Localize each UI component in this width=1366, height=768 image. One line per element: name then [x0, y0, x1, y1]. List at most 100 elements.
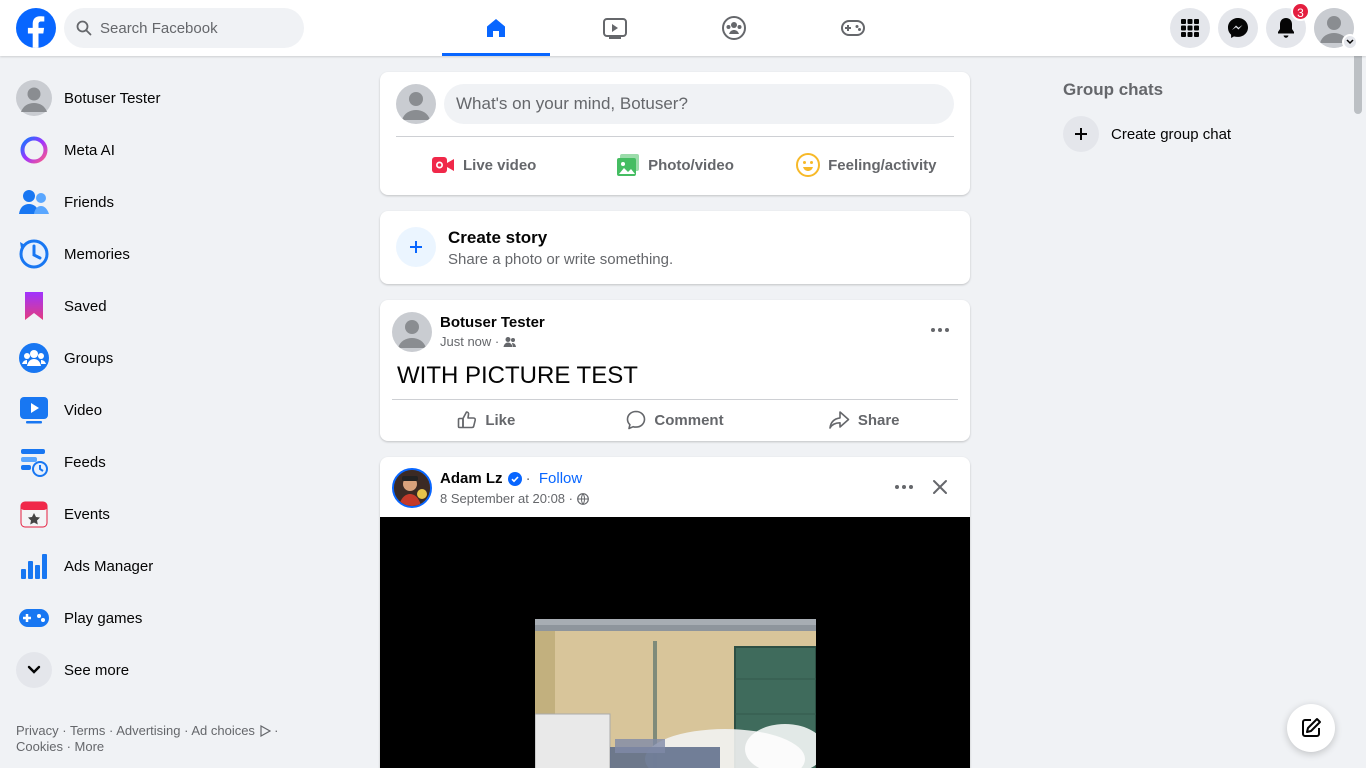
comment-button[interactable]: Comment: [581, 402, 770, 438]
home-icon: [487, 19, 505, 37]
sidebar-item-label: Memories: [64, 245, 130, 263]
plus-icon: [396, 227, 436, 267]
create-story-title: Create story: [448, 228, 548, 247]
notifications-button[interactable]: 3: [1266, 2, 1310, 48]
plus-icon: [1063, 116, 1099, 152]
sidebar-item-label: Groups: [64, 349, 114, 367]
new-message-button[interactable]: [1287, 704, 1335, 752]
sidebar-item-ads-manager[interactable]: Ads Manager: [8, 540, 348, 592]
post-author-name[interactable]: Botuser Tester: [440, 314, 545, 331]
more-dots-icon: [895, 485, 913, 489]
games-icon: [16, 600, 52, 636]
compose-icon: [1302, 718, 1321, 737]
avatar[interactable]: [392, 312, 432, 352]
tab-gaming[interactable]: [799, 0, 907, 56]
share-button[interactable]: Share: [769, 402, 958, 438]
sidebar-item-friends[interactable]: Friends: [8, 176, 348, 228]
footer-cookies-link[interactable]: Cookies: [16, 739, 63, 754]
footer-privacy-link[interactable]: Privacy: [16, 723, 59, 738]
sidebar-item-label: Botuser Tester: [64, 89, 161, 107]
footer-advertising-link[interactable]: Advertising: [116, 723, 180, 738]
thumbs-up-icon: [458, 411, 477, 429]
sidebar-item-events[interactable]: Events: [8, 488, 348, 540]
footer-separator: ·: [105, 723, 117, 738]
search-input[interactable]: [100, 19, 280, 37]
profile-avatar: [16, 80, 52, 116]
feed-post: Adam Lz · Follow 8 September at 20:08 ·: [380, 457, 970, 768]
sidebar-item-profile[interactable]: Botuser Tester: [8, 72, 348, 124]
facebook-logo[interactable]: [16, 8, 56, 48]
avatar[interactable]: [392, 468, 432, 508]
saved-icon: [16, 288, 52, 324]
top-navigation-bar: 3: [0, 0, 1366, 56]
grid-menu-icon: [1181, 19, 1199, 37]
tab-home[interactable]: [442, 0, 550, 56]
chevron-down-icon: [16, 652, 52, 688]
follow-link[interactable]: Follow: [539, 470, 582, 487]
post-timestamp[interactable]: Just now ·: [440, 334, 503, 349]
account-avatar[interactable]: [1314, 8, 1358, 50]
post-author-name[interactable]: Adam Lz: [440, 470, 503, 487]
live-video-button[interactable]: Live video: [388, 144, 579, 186]
create-group-chat-button[interactable]: Create group chat: [1063, 116, 1231, 152]
divider: [396, 136, 954, 137]
sidebar-item-label: Video: [64, 401, 103, 419]
tab-video[interactable]: [561, 0, 669, 56]
sidebar-item-meta-ai[interactable]: Meta AI: [8, 124, 348, 176]
sidebar-item-label: See more: [64, 661, 130, 679]
sidebar-item-play-games[interactable]: Play games: [8, 592, 348, 644]
tab-groups[interactable]: [680, 0, 788, 56]
like-button[interactable]: Like: [392, 402, 581, 438]
sidebar-item-label: Play games: [64, 609, 143, 627]
footer-terms-link[interactable]: Terms: [70, 723, 105, 738]
messenger-button[interactable]: [1218, 8, 1258, 48]
sidebar-item-label: Friends: [64, 193, 115, 211]
sidebar-item-groups[interactable]: Groups: [8, 332, 348, 384]
search-box[interactable]: [64, 8, 304, 48]
friends-audience-icon: [503, 336, 516, 347]
more-dots-icon: [931, 328, 949, 332]
menu-button[interactable]: [1170, 8, 1210, 48]
post-video[interactable]: [380, 517, 970, 768]
hide-post-button[interactable]: [924, 471, 956, 503]
chevron-down-icon: [1346, 39, 1354, 45]
footer-more-link[interactable]: More: [75, 739, 105, 754]
footer-separator: ·: [180, 723, 192, 738]
post-options-button[interactable]: [888, 473, 920, 501]
whats-on-your-mind-input[interactable]: [444, 84, 954, 124]
sidebar-item-label: Events: [64, 505, 110, 523]
divider: [392, 399, 958, 400]
video-icon: [603, 18, 627, 39]
create-story-card[interactable]: Create story Share a photo or write some…: [380, 211, 970, 284]
create-story-subtitle: Share a photo or write something.: [448, 251, 674, 268]
post-options-button[interactable]: [924, 316, 956, 344]
verified-badge-icon: [507, 471, 522, 486]
post-meta: Just now ·: [440, 334, 517, 349]
footer-separator: ·: [62, 739, 75, 754]
share-icon: [829, 411, 850, 429]
post-meta: 8 September at 20:08 ·: [440, 491, 589, 506]
close-icon: [933, 480, 947, 494]
sidebar-item-memories[interactable]: Memories: [8, 228, 348, 280]
meta-ai-icon: [16, 132, 52, 168]
account-caret[interactable]: [1342, 34, 1358, 50]
post-timestamp[interactable]: 8 September at 20:08 ·: [440, 491, 577, 506]
sidebar-item-saved[interactable]: Saved: [8, 280, 348, 332]
footer-separator: ·: [270, 723, 279, 738]
photo-video-button[interactable]: Photo/video: [579, 144, 770, 186]
page-scrollbar[interactable]: [1350, 0, 1366, 768]
groups-icon: [16, 340, 52, 376]
sidebar-item-see-more[interactable]: See more: [8, 644, 348, 696]
sidebar-item-feeds[interactable]: Feeds: [8, 436, 348, 488]
photo-icon: [617, 154, 640, 176]
video-thumbnail: [535, 619, 816, 768]
feeling-activity-button[interactable]: Feeling/activity: [771, 144, 962, 186]
footer-ad-choices-link[interactable]: Ad choices: [191, 723, 255, 738]
ads-manager-icon: [16, 548, 52, 584]
avatar[interactable]: [396, 84, 436, 124]
create-group-chat-label: Create group chat: [1111, 125, 1232, 143]
live-video-icon: [431, 157, 454, 173]
video-icon: [16, 392, 52, 428]
post-text: WITH PICTURE TEST: [397, 362, 638, 389]
sidebar-item-video[interactable]: Video: [8, 384, 348, 436]
